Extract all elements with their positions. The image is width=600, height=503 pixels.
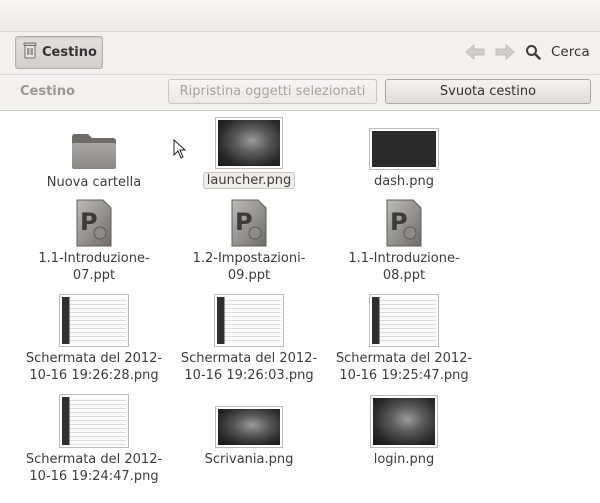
file-name: 1.2-Impostazioni-09.ppt [192, 251, 306, 283]
presentation-file-icon: P [384, 199, 424, 247]
restore-selected-button[interactable]: Ripristina oggetti selezionati [168, 79, 377, 104]
presentation-file-icon: P [74, 199, 114, 247]
presentation-file-icon: P [229, 199, 269, 247]
file-name: 1.1-Introduzione-07.ppt [38, 251, 150, 283]
file-name: Schermata del 2012-10-16 19:24:47.png [25, 452, 163, 484]
trash-location-label: Cestino [42, 45, 97, 60]
forward-button[interactable] [494, 43, 516, 61]
file-name: Schermata del 2012-10-16 19:26:03.png [180, 351, 318, 383]
image-thumbnail-icon [369, 128, 439, 170]
file-item[interactable]: Schermata del 2012-10-16 19:26:03.png [174, 294, 324, 384]
file-item[interactable]: P 1.2-Impostazioni-09.ppt [174, 199, 324, 284]
image-thumbnail-icon [215, 117, 283, 169]
image-thumbnail-icon [370, 395, 438, 448]
file-item[interactable]: dash.png [329, 128, 479, 190]
trash-icon [23, 42, 37, 63]
mouse-pointer-icon [173, 138, 187, 163]
file-name: launcher.png [202, 172, 296, 189]
search-icon [526, 45, 541, 60]
search-button[interactable]: Cerca [525, 41, 590, 63]
image-thumbnail-icon [215, 406, 283, 448]
file-item[interactable]: Schermata del 2012-10-16 19:25:47.png [329, 294, 479, 384]
empty-trash-button[interactable]: Svuota cestino [385, 79, 591, 104]
screenshot-thumbnail-icon [59, 294, 129, 347]
screenshot-thumbnail-icon [369, 294, 439, 347]
arrow-right-icon [495, 44, 515, 60]
file-name: dash.png [373, 174, 435, 189]
file-name: Nuova cartella [46, 175, 142, 190]
file-name: Scrivania.png [204, 452, 294, 467]
file-name: Schermata del 2012-10-16 19:26:28.png [25, 351, 163, 383]
file-item[interactable]: Scrivania.png [174, 406, 324, 468]
file-name: login.png [373, 452, 435, 467]
window-titlebar [0, 0, 600, 32]
file-item[interactable]: login.png [329, 395, 479, 468]
trash-location-button[interactable]: Cestino [15, 36, 103, 69]
file-item[interactable]: P 1.1-Introduzione-07.ppt [19, 199, 169, 284]
trash-info-title: Cestino [20, 84, 75, 99]
file-name: Schermata del 2012-10-16 19:25:47.png [335, 351, 473, 383]
folder-icon [70, 125, 118, 171]
file-item[interactable]: Nuova cartella [19, 125, 169, 191]
file-name: 1.1-Introduzione-08.ppt [348, 251, 460, 283]
file-item[interactable]: launcher.png [174, 117, 324, 189]
file-item[interactable]: Schermata del 2012-10-16 19:26:28.png [19, 294, 169, 384]
file-item[interactable]: Schermata del 2012-10-16 19:24:47.png [19, 394, 169, 485]
file-item[interactable]: P 1.1-Introduzione-08.ppt [329, 199, 479, 284]
screenshot-thumbnail-icon [59, 394, 129, 448]
arrow-left-icon [465, 44, 485, 60]
back-button[interactable] [464, 43, 486, 61]
screenshot-thumbnail-icon [214, 294, 284, 347]
search-label: Cerca [551, 44, 590, 60]
